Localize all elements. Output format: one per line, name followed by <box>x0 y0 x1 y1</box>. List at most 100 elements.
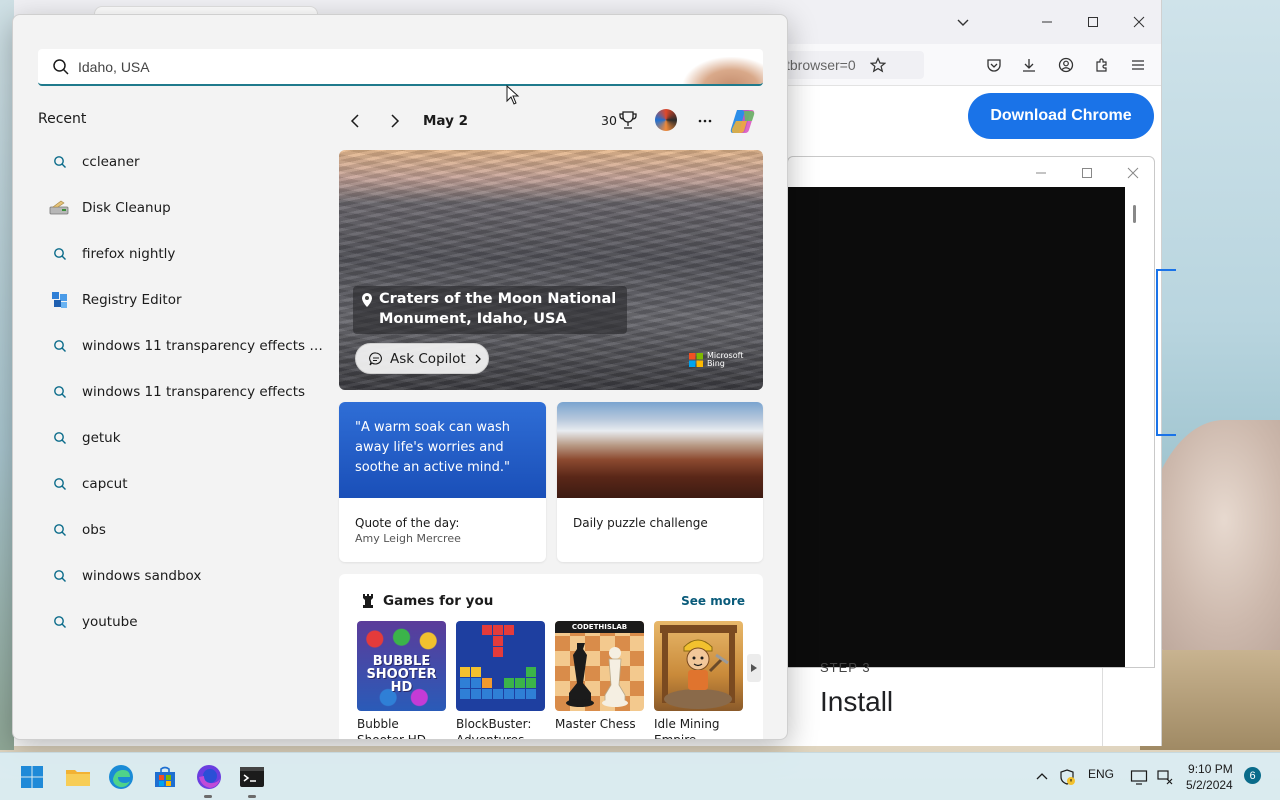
minimize-icon[interactable] <box>1032 10 1062 34</box>
recent-item-label: windows sandbox <box>82 568 202 584</box>
recent-item-windows-sandbox[interactable]: windows sandbox <box>38 553 328 599</box>
active-app-indicator <box>204 795 212 798</box>
inner-scrollbar[interactable] <box>1133 205 1136 223</box>
windows-start-icon[interactable] <box>18 763 46 791</box>
more-options-icon[interactable] <box>695 111 715 131</box>
game-tile-master-chess[interactable]: CODETHISLAB <box>555 621 644 711</box>
notification-badge[interactable]: 6 <box>1244 767 1261 784</box>
recent-item-getuk[interactable]: getuk <box>38 415 328 461</box>
hero-image-card[interactable]: Craters of the Moon National Monument, I… <box>339 150 763 390</box>
search-icon <box>38 610 82 634</box>
account-icon[interactable] <box>1053 52 1079 78</box>
game-label[interactable]: Bubble Shooter HD <box>357 716 449 739</box>
microsoft-logo-icon <box>689 353 703 367</box>
quote-author: Amy Leigh Mercree <box>355 532 461 545</box>
recent-item-transparency-winaero[interactable]: windows 11 transparency effects wina... <box>38 323 328 369</box>
chevron-up-icon[interactable] <box>1034 769 1050 785</box>
search-icon <box>38 518 82 542</box>
ask-copilot-button[interactable]: Ask Copilot <box>355 343 489 374</box>
game-tile-idle-mining[interactable] <box>654 621 743 711</box>
search-icon <box>38 564 82 588</box>
search-input[interactable] <box>78 55 638 79</box>
recent-item-ccleaner[interactable]: ccleaner <box>38 139 328 185</box>
widgets-header: May 2 30 <box>339 109 763 137</box>
menu-icon[interactable] <box>1125 52 1151 78</box>
recent-heading: Recent <box>38 111 87 127</box>
rewards-points: 30 <box>601 113 617 128</box>
maximize-icon[interactable] <box>1078 10 1108 34</box>
search-box[interactable] <box>38 49 763 86</box>
inner-window-content <box>788 187 1125 667</box>
taskbar: ENG 9:10 PM 5/2/2024 6 <box>0 752 1280 800</box>
clock-date: 5/2/2024 <box>1186 778 1233 792</box>
recent-item-label: windows 11 transparency effects <box>82 384 306 400</box>
recent-item-disk-cleanup[interactable]: Disk Cleanup <box>38 185 328 231</box>
game-tile-blockbuster[interactable] <box>456 621 545 711</box>
extensions-icon[interactable] <box>1089 52 1115 78</box>
recent-item-firefox-nightly[interactable]: firefox nightly <box>38 231 328 277</box>
quote-title: Quote of the day: <box>355 516 460 530</box>
chess-rook-icon <box>359 592 377 610</box>
pocket-icon[interactable] <box>981 52 1007 78</box>
bubble-shooter-tile-text: BUBBLE SHOOTER HD <box>366 654 437 695</box>
star-icon[interactable] <box>865 52 891 78</box>
recent-item-capcut[interactable]: capcut <box>38 461 328 507</box>
inner-maximize-icon[interactable] <box>1072 161 1102 185</box>
avatar[interactable] <box>655 109 677 131</box>
quote-card[interactable]: "A warm soak can wash away life's worrie… <box>339 402 546 562</box>
address-bar[interactable]: tbrowser=0 <box>774 51 924 79</box>
clock-time: 9:10 PM <box>1188 762 1233 776</box>
puzzle-card[interactable]: Daily puzzle challenge <box>557 402 763 562</box>
language-indicator[interactable]: ENG <box>1088 767 1114 781</box>
hero-caption[interactable]: Craters of the Moon National Monument, I… <box>353 286 627 334</box>
recent-item-label: obs <box>82 522 106 538</box>
recent-item-label: windows 11 transparency effects wina... <box>82 338 324 354</box>
active-app-indicator <box>248 795 256 798</box>
chat-icon <box>369 351 382 365</box>
registry-editor-icon <box>38 288 82 312</box>
puzzle-image <box>557 402 763 498</box>
inner-close-icon[interactable] <box>1118 161 1148 185</box>
games-card: Games for you See more BUBBLE SHOOTER HD… <box>339 574 763 739</box>
location-pin-icon <box>362 293 372 307</box>
network-disconnected-icon[interactable] <box>1156 768 1174 786</box>
chevron-left-icon[interactable] <box>345 111 365 131</box>
recent-item-obs[interactable]: obs <box>38 507 328 553</box>
see-more-link[interactable]: See more <box>681 594 745 608</box>
recent-item-registry-editor[interactable]: Registry Editor <box>38 277 328 323</box>
microsoft-store-icon[interactable] <box>151 763 179 791</box>
recent-item-label: Registry Editor <box>82 292 182 308</box>
inner-minimize-icon[interactable] <box>1026 161 1056 185</box>
copilot-icon[interactable] <box>727 105 759 137</box>
terminal-icon[interactable] <box>238 763 266 791</box>
game-label[interactable]: Master Chess <box>555 716 647 732</box>
close-icon[interactable] <box>1124 10 1154 34</box>
game-label[interactable]: BlockBuster: Adventures <box>456 716 548 739</box>
download-icon[interactable] <box>1016 52 1042 78</box>
start-menu: Recent ccleaner Disk Cleanup firefox nig… <box>12 14 788 740</box>
firefox-nightly-icon[interactable] <box>195 763 223 791</box>
inner-window <box>787 156 1155 668</box>
bing-brand-line2: Bing <box>707 359 725 368</box>
monitor-icon[interactable] <box>1130 768 1148 786</box>
chevron-down-icon[interactable] <box>950 9 976 35</box>
games-next-arrow[interactable] <box>747 654 761 682</box>
microsoft-bing-logo: Microsoft Bing <box>689 350 749 370</box>
recent-item-transparency[interactable]: windows 11 transparency effects <box>38 369 328 415</box>
games-heading: Games for you <box>383 593 494 609</box>
security-warning-icon[interactable] <box>1058 768 1076 786</box>
step-title: Install <box>820 686 894 717</box>
file-explorer-icon[interactable] <box>64 763 92 791</box>
game-label[interactable]: Idle Mining Empire <box>654 716 746 739</box>
chevron-right-icon[interactable] <box>385 111 405 131</box>
taskbar-clock[interactable]: 9:10 PM 5/2/2024 <box>1186 761 1233 793</box>
widgets-date: May 2 <box>423 113 469 129</box>
game-tile-bubble-shooter[interactable]: BUBBLE SHOOTER HD <box>357 621 446 711</box>
edge-icon[interactable] <box>107 763 135 791</box>
caret-right-icon <box>751 664 757 672</box>
highlight-frame <box>1156 269 1176 436</box>
recent-item-youtube[interactable]: youtube <box>38 599 328 645</box>
step-label: STEP 3 <box>820 660 871 675</box>
download-chrome-button[interactable]: Download Chrome <box>968 93 1154 139</box>
trophy-icon[interactable] <box>619 110 637 130</box>
